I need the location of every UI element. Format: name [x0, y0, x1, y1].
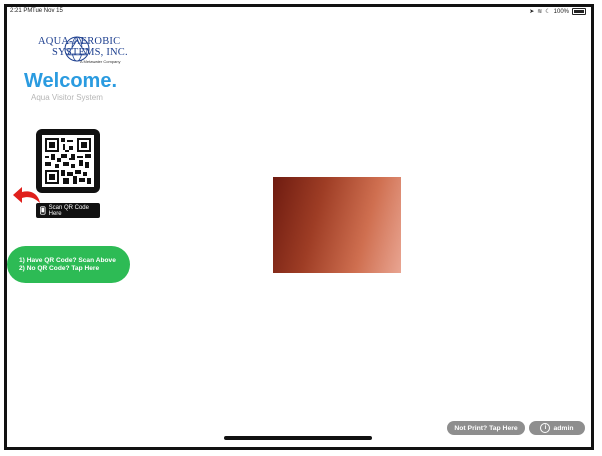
not-print-label: Not Print? Tap Here — [454, 424, 518, 432]
logo-line2: SYSTEMS, INC. — [52, 47, 128, 58]
qr-code-icon — [45, 138, 91, 184]
info-icon: i — [540, 423, 551, 433]
status-icons: ➤ ≋ ☾ 100% — [529, 8, 586, 15]
option-have-qr: 1) Have QR Code? Scan Above — [19, 257, 116, 264]
logo-line3: A Metawater Company — [80, 59, 121, 64]
not-print-button[interactable]: Not Print? Tap Here — [447, 421, 525, 435]
status-date: Tue Nov 15 — [32, 8, 63, 14]
location-icon: ➤ — [529, 9, 535, 15]
logo-line1: AQUA-AEROBIC — [38, 36, 121, 47]
status-bar: 2:21 PM Tue Nov 15 ➤ ≋ ☾ 100% — [10, 8, 592, 18]
camera-preview — [273, 177, 401, 273]
page-title: Welcome. — [24, 70, 117, 92]
phone-icon — [40, 206, 46, 215]
moon-icon: ☾ — [545, 9, 551, 15]
admin-button[interactable]: i admin — [529, 421, 585, 435]
battery-percent: 100% — [553, 8, 569, 15]
admin-label: admin — [553, 424, 574, 432]
battery-icon — [572, 8, 586, 15]
scan-qr-label: Scan QR Code Here — [48, 204, 89, 217]
wifi-icon: ≋ — [537, 9, 543, 15]
scan-qr-button[interactable]: Scan QR Code Here — [36, 203, 100, 218]
page-subtitle: Aqua Visitor System — [31, 93, 103, 102]
status-time: 2:21 PM — [10, 8, 33, 14]
qr-options-button[interactable]: 1) Have QR Code? Scan Above 2) No QR Cod… — [7, 246, 130, 283]
option-no-qr: 2) No QR Code? Tap Here — [19, 265, 100, 272]
home-indicator[interactable] — [224, 436, 372, 440]
